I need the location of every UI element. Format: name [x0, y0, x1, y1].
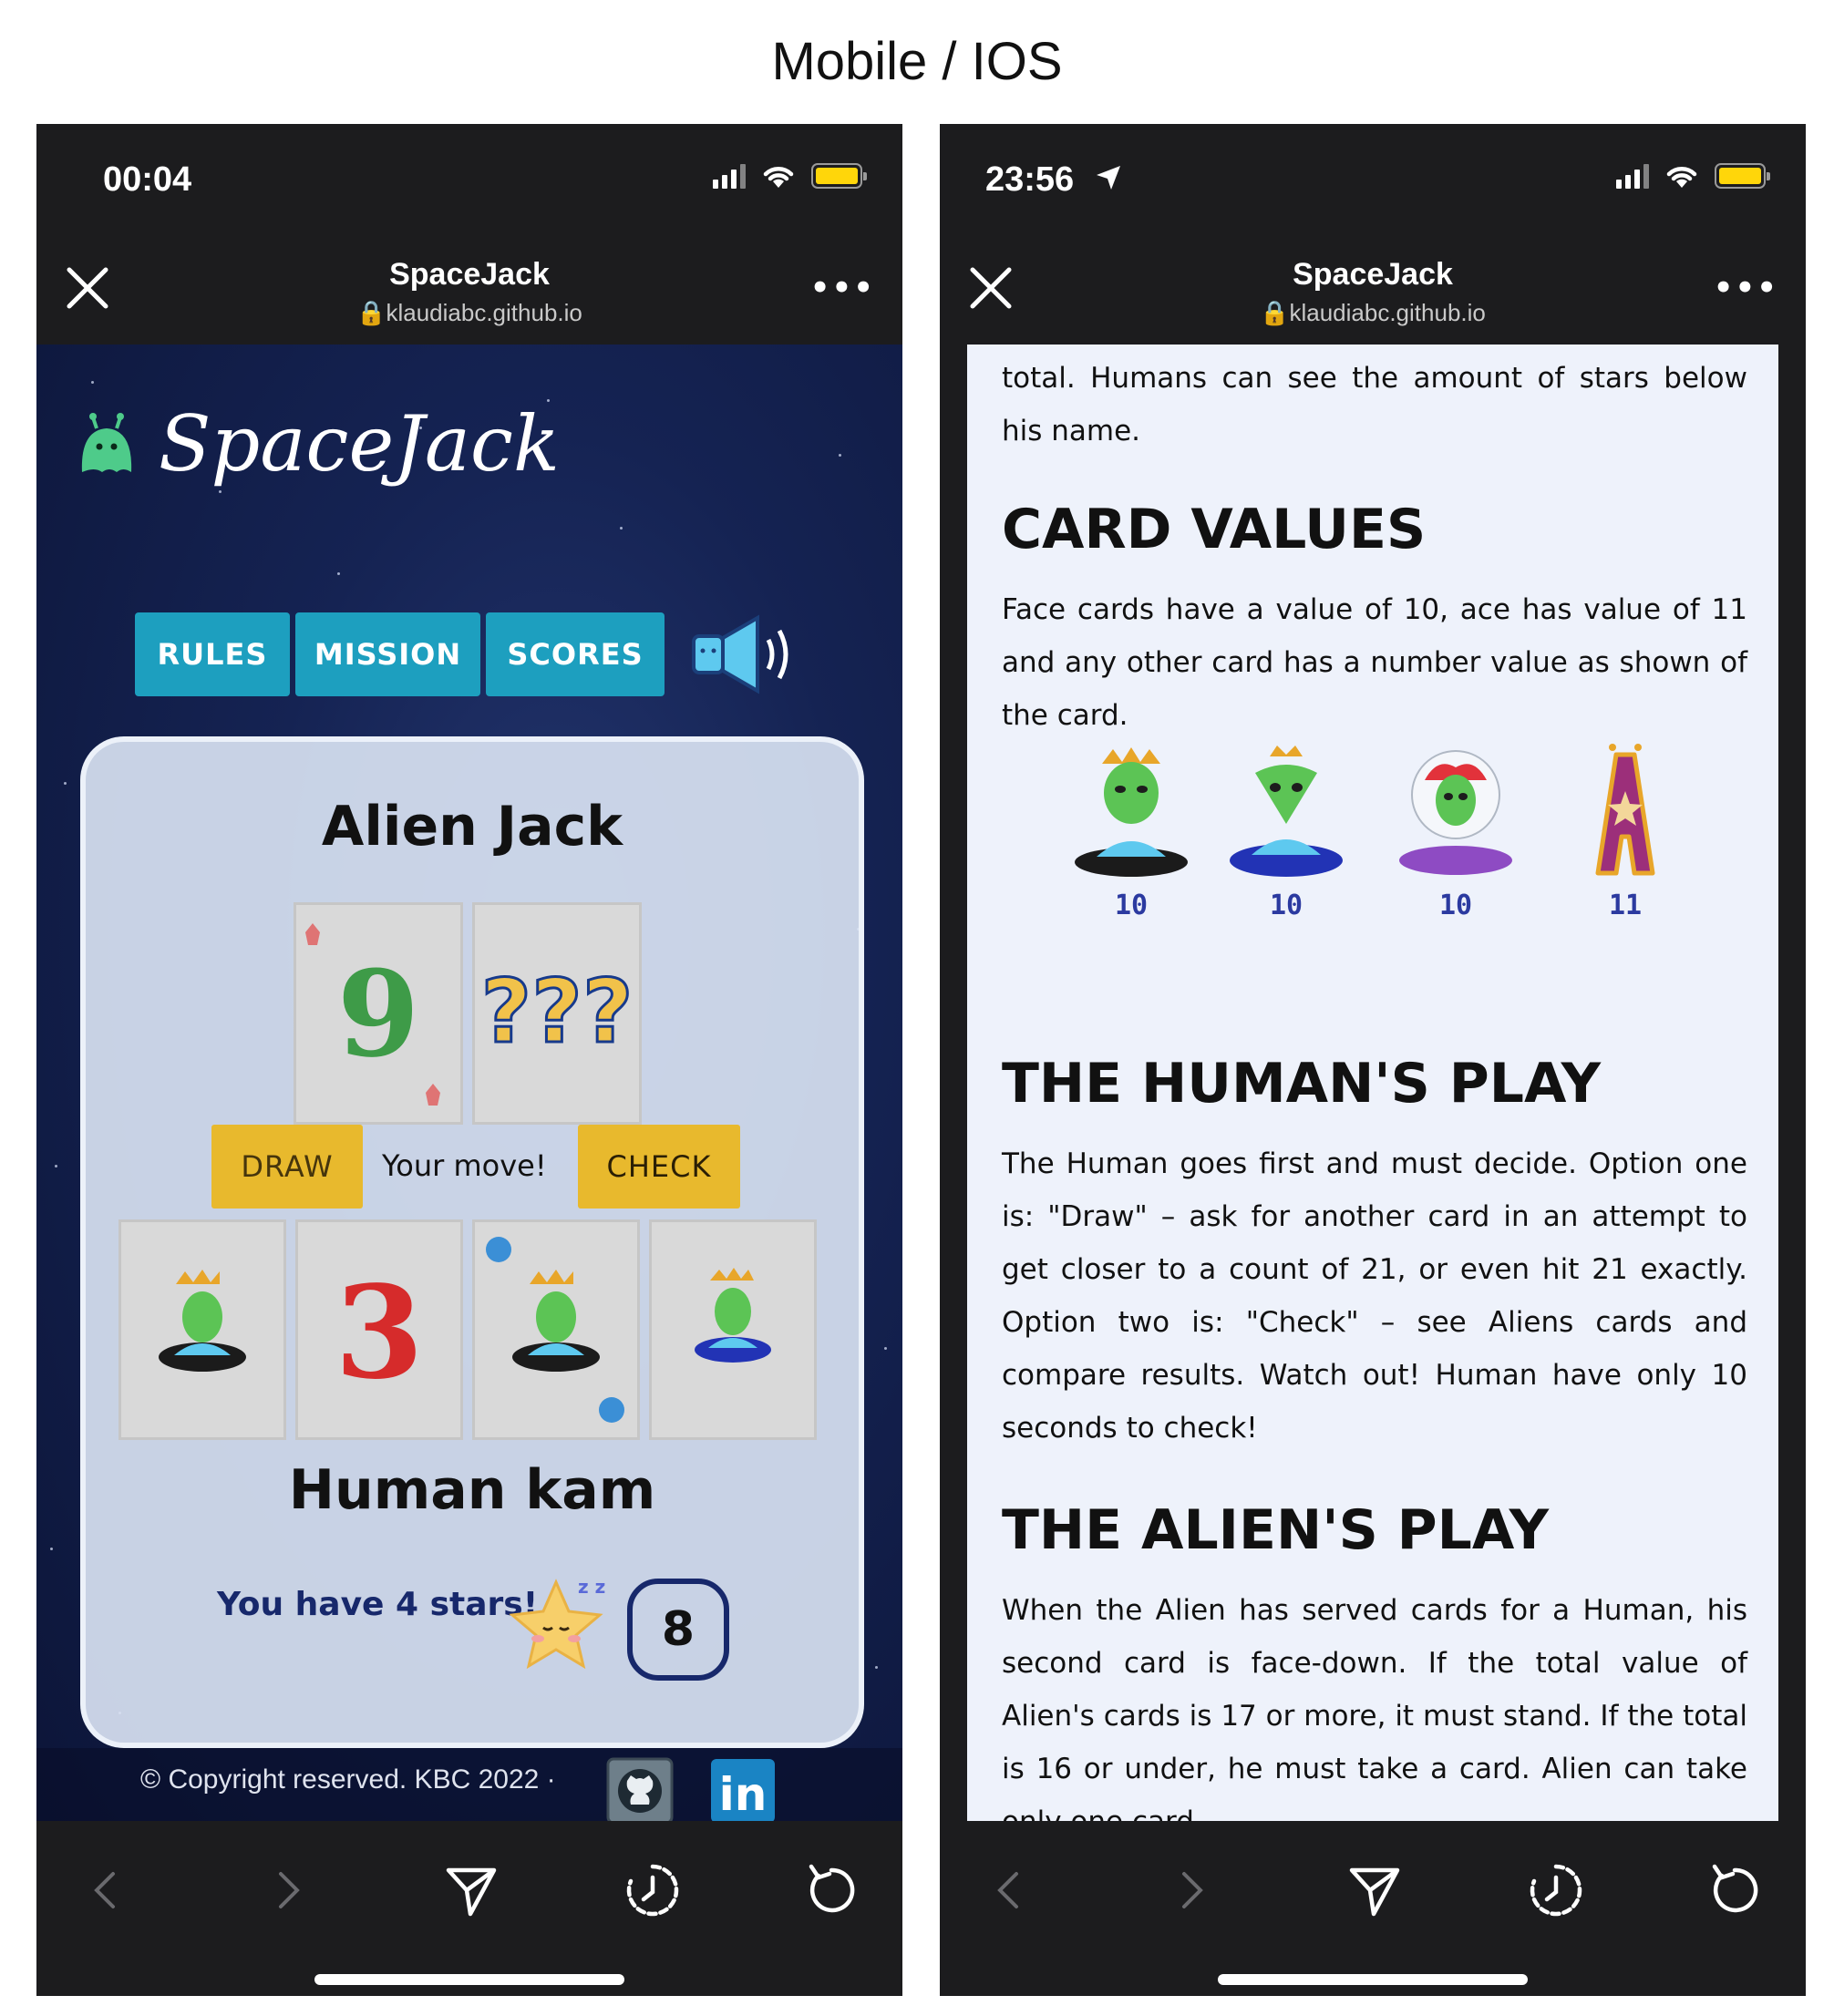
svg-text:in: in — [719, 1768, 768, 1821]
status-time: 00:04 — [103, 160, 192, 199]
status-bar: 23:56 — [940, 124, 1806, 233]
browser-title: SpaceJack — [1293, 257, 1453, 292]
rules-button[interactable]: RULES — [135, 612, 290, 696]
browser-toolbar — [940, 1821, 1806, 1996]
logo-text: SpaceJack — [159, 399, 560, 489]
reload-icon[interactable] — [802, 1861, 860, 1919]
scores-button[interactable]: SCORES — [486, 612, 665, 696]
linkedin-icon[interactable]: in — [709, 1757, 777, 1821]
more-menu-icon[interactable]: ••• — [1714, 270, 1778, 306]
browser-url[interactable]: 🔒klaudiabc.github.io — [940, 299, 1806, 327]
forward-icon[interactable] — [259, 1861, 317, 1919]
card-hidden-label: alien — [733, 1431, 736, 1433]
share-icon[interactable] — [441, 1861, 500, 1919]
human-card-1: alien — [118, 1219, 286, 1440]
alien-jack-icon — [1399, 750, 1512, 875]
status-time: 23:56 — [985, 160, 1075, 199]
stars-message: You have 4 stars! — [217, 1586, 539, 1623]
intro-line: total. Humans can see the amount of star… — [1002, 362, 1747, 447]
alien-king-card-icon: alien — [159, 1270, 246, 1433]
alien-king-icon — [1075, 747, 1188, 877]
card-three-icon: 3 — [335, 1259, 423, 1408]
human-play-heading: THE HUMAN'S PLAY — [1002, 1052, 1602, 1116]
history-icon[interactable] — [1527, 1861, 1585, 1919]
card-value-3: 10 — [1438, 890, 1473, 921]
alien-card-hidden: ??? — [472, 902, 642, 1125]
back-icon[interactable] — [980, 1861, 1038, 1919]
footer: © Copyright reserved. KBC 2022 · in — [36, 1748, 902, 1821]
status-message: Your move! — [382, 1148, 547, 1183]
home-indicator — [1218, 1974, 1528, 1985]
github-icon[interactable] — [606, 1757, 674, 1821]
alien-ufo-card-icon: alien — [695, 1268, 771, 1433]
browser-url[interactable]: 🔒klaudiabc.github.io — [36, 299, 902, 327]
speaker-icon[interactable] — [690, 611, 799, 698]
forward-icon[interactable] — [1162, 1861, 1221, 1919]
card-values-text: Face cards have a value of 10, ace has v… — [1002, 593, 1747, 732]
battery-icon — [811, 163, 867, 189]
alien-play-text: When the Alien has served cards for a Hu… — [1002, 1594, 1747, 1821]
browser-toolbar — [36, 1821, 902, 1996]
rules-page: total. Humans can see the amount of star… — [967, 345, 1778, 1821]
card-value-1: 10 — [1114, 890, 1149, 921]
phone-right: 23:56 SpaceJack 🔒klaudiabc.github.io •••… — [940, 124, 1806, 1996]
reload-icon[interactable] — [1705, 1861, 1764, 1919]
game-board: Alien Jack 9 ??? DRAW Your move! CHECK a… — [80, 736, 864, 1748]
app-viewport: SpaceJack RULES MISSION SCORES Alien Jac… — [36, 345, 902, 1821]
alien-king-card-icon: alien — [486, 1237, 624, 1433]
alien-play-heading: THE ALIEN'S PLAY — [1002, 1498, 1550, 1562]
url-text: klaudiabc.github.io — [386, 299, 582, 326]
page-heading: Mobile / IOS — [771, 32, 1063, 91]
wifi-icon — [763, 167, 794, 188]
card-three-value: 3 — [335, 1259, 423, 1408]
main-nav: RULES MISSION SCORES — [135, 611, 799, 698]
mission-button[interactable]: MISSION — [295, 612, 480, 696]
human-card-4: alien — [649, 1219, 817, 1440]
history-icon[interactable] — [623, 1861, 682, 1919]
card-hidden-label: alien — [556, 1431, 559, 1433]
check-button[interactable]: CHECK — [578, 1125, 740, 1209]
signal-icon — [713, 163, 746, 189]
back-icon[interactable] — [77, 1861, 135, 1919]
question-marks-icon: ??? — [479, 960, 634, 1065]
browser-bar: SpaceJack 🔒klaudiabc.github.io ••• — [36, 233, 902, 345]
card-value-2: 10 — [1269, 890, 1303, 921]
card-hidden-label: alien — [202, 1431, 205, 1433]
card-value-4: 11 — [1608, 890, 1643, 921]
browser-title: SpaceJack — [389, 257, 550, 292]
sleepy-star-icon: z z — [509, 1576, 605, 1670]
phone-left: 00:04 SpaceJack 🔒klaudiabc.github.io ••• — [36, 124, 902, 1996]
card-total-badge: 8 — [627, 1579, 729, 1681]
more-menu-icon[interactable]: ••• — [810, 270, 875, 306]
url-text: klaudiabc.github.io — [1289, 299, 1486, 326]
battery-icon — [1715, 163, 1770, 189]
card-nine-icon: 9 — [305, 923, 440, 1106]
app-logo[interactable]: SpaceJack — [73, 399, 560, 489]
human-card-3: alien — [472, 1219, 640, 1440]
location-arrow-icon — [1097, 166, 1120, 190]
lock-icon: 🔒 — [1260, 299, 1290, 326]
wifi-icon — [1666, 167, 1697, 188]
svg-text:z z: z z — [578, 1576, 605, 1598]
alien-mascot-icon — [81, 413, 132, 472]
signal-icon — [1616, 163, 1649, 189]
alien-title: Alien Jack — [321, 795, 623, 859]
alien-card-1: 9 — [294, 902, 463, 1125]
status-bar: 00:04 — [36, 124, 902, 233]
card-values-heading: CARD VALUES — [1002, 498, 1427, 561]
human-name: Human kam — [288, 1458, 656, 1522]
hidden-card-value: ??? — [480, 961, 633, 1063]
human-card-2: 3 — [295, 1219, 463, 1440]
human-play-text: The Human goes first and must decide. Op… — [1002, 1147, 1747, 1445]
share-icon[interactable] — [1345, 1861, 1403, 1919]
draw-button[interactable]: DRAW — [211, 1125, 363, 1209]
alien-queen-icon — [1230, 746, 1343, 877]
copyright-text: © Copyright reserved. KBC 2022 · — [140, 1764, 556, 1795]
browser-bar: SpaceJack 🔒klaudiabc.github.io ••• — [940, 233, 1806, 345]
ace-letter-icon — [1595, 744, 1655, 876]
card-nine-value: 9 — [337, 944, 419, 1084]
home-indicator — [314, 1974, 624, 1985]
lock-icon: 🔒 — [356, 299, 386, 326]
